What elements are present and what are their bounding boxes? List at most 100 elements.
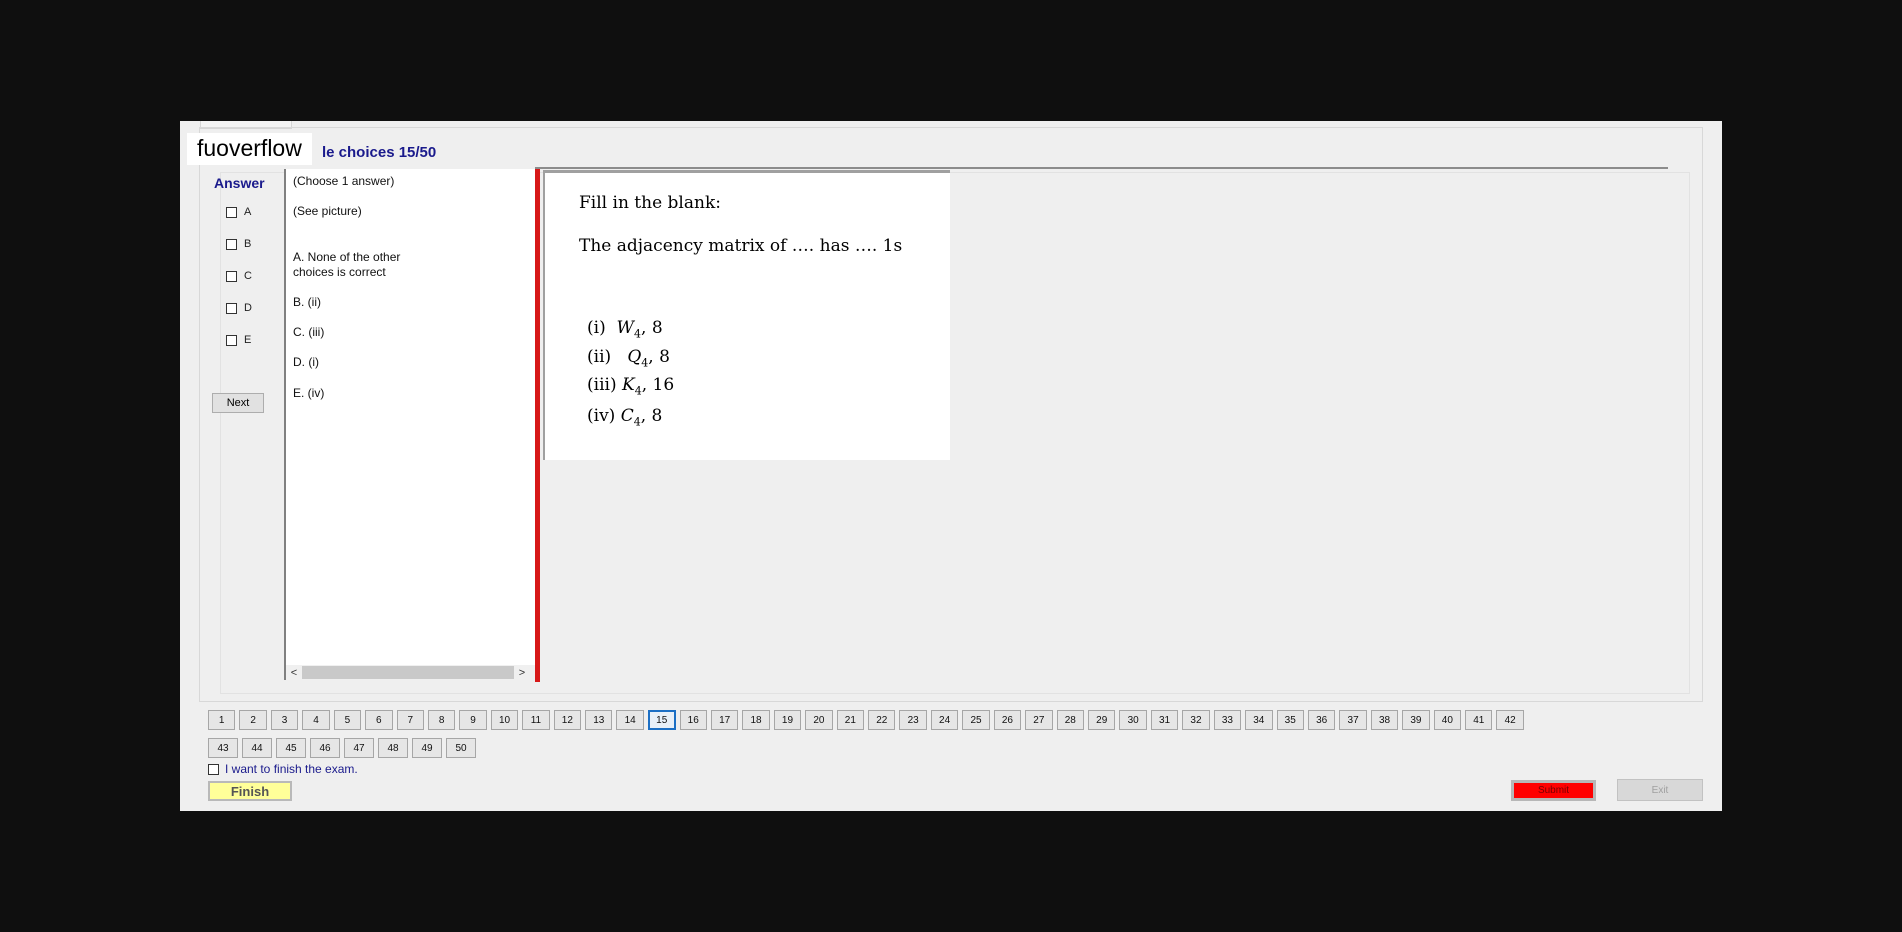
question-nav-button[interactable]: 33 — [1213, 710, 1242, 730]
question-nav-button[interactable]: 45 — [276, 738, 306, 758]
question-nav-button[interactable]: 46 — [310, 738, 340, 758]
question-nav-button[interactable]: 24 — [930, 710, 959, 730]
math-item: (ii) Q4, 8 — [587, 347, 670, 370]
exam-window: fuoverflow le choices 15/50 Answer A B C… — [180, 121, 1722, 811]
question-nav-button[interactable]: 47 — [344, 738, 374, 758]
option-label: B — [244, 238, 252, 250]
question-picture: Fill in the blank: The adjacency matrix … — [543, 170, 950, 460]
divider-line — [535, 167, 1668, 169]
checkbox[interactable] — [226, 206, 237, 218]
question-nav-button[interactable]: 8 — [427, 710, 456, 730]
question-nav-button[interactable]: 7 — [396, 710, 424, 730]
question-nav-button[interactable]: 41 — [1465, 710, 1493, 730]
see-picture-text: (See picture) — [293, 204, 362, 218]
question-nav-button[interactable]: 32 — [1182, 710, 1210, 730]
math-item: (i) W4, 8 — [587, 318, 663, 341]
math-var: K — [621, 375, 635, 395]
question-nav-button[interactable]: 29 — [1088, 710, 1116, 730]
question-nav-button[interactable]: 25 — [962, 710, 990, 730]
question-nav-button[interactable]: 26 — [993, 710, 1022, 730]
option-label: A — [244, 206, 252, 218]
next-button[interactable]: Next — [212, 393, 264, 413]
question-nav-button[interactable]: 17 — [710, 710, 739, 730]
question-nav-button[interactable]: 3 — [270, 710, 299, 730]
question-nav-button[interactable]: 5 — [333, 710, 362, 730]
question-nav-button[interactable]: 2 — [239, 710, 267, 730]
option-label: C — [244, 270, 252, 282]
answer-option-a[interactable]: A — [226, 204, 251, 220]
submit-button[interactable]: Submit — [1511, 780, 1596, 801]
math-item: (iii) K4, 16 — [587, 375, 675, 398]
math-val: 16 — [652, 375, 675, 395]
choice-text-continued: choices is correct — [293, 265, 386, 279]
math-sub: 4 — [641, 356, 649, 370]
question-nav-button[interactable]: 42 — [1496, 710, 1524, 730]
question-nav-button[interactable]: 43 — [208, 738, 238, 758]
math-sub: 4 — [634, 327, 641, 341]
question-nav-button[interactable]: 23 — [899, 710, 927, 730]
exit-button[interactable]: Exit — [1617, 779, 1703, 801]
question-nav-button[interactable]: 19 — [773, 710, 802, 730]
question-nav-button[interactable]: 22 — [868, 710, 896, 730]
answer-option-e[interactable]: E — [226, 332, 251, 348]
question-nav-button[interactable]: 21 — [836, 710, 865, 730]
question-nav-button[interactable]: 27 — [1025, 710, 1053, 730]
answer-option-c[interactable]: C — [226, 268, 252, 284]
question-nav-button[interactable]: 9 — [459, 710, 487, 730]
answer-option-d[interactable]: D — [226, 300, 252, 316]
choose-instruction: (Choose 1 answer) — [293, 174, 395, 188]
question-nav-button[interactable]: 39 — [1402, 710, 1430, 730]
checkbox[interactable] — [226, 302, 237, 314]
question-nav-button[interactable]: 49 — [412, 738, 442, 758]
math-num: (iii) — [587, 375, 617, 395]
question-nav-button[interactable]: 20 — [805, 710, 833, 730]
question-nav-button[interactable]: 30 — [1119, 710, 1147, 730]
finish-checkbox-label: I want to finish the exam. — [225, 762, 358, 776]
question-nav-button[interactable]: 40 — [1433, 710, 1462, 730]
horizontal-scrollbar[interactable]: < > — [286, 665, 536, 680]
question-nav-button[interactable]: 10 — [490, 710, 519, 730]
math-var: Q — [627, 347, 642, 367]
question-nav-button[interactable]: 38 — [1370, 710, 1399, 730]
splitter-bar[interactable] — [535, 169, 540, 682]
choice-item-e: E. (iv) — [293, 386, 325, 400]
choice-item-c: C. (iii) — [293, 325, 325, 339]
question-nav-button[interactable]: 28 — [1056, 710, 1084, 730]
question-nav-button[interactable]: 6 — [365, 710, 393, 730]
question-nav-button[interactable]: 35 — [1276, 710, 1304, 730]
checkbox[interactable] — [226, 238, 237, 250]
question-nav-button[interactable]: 44 — [242, 738, 272, 758]
finish-exam-checkbox-row[interactable]: I want to finish the exam. — [208, 762, 358, 776]
question-nav-button[interactable]: 12 — [553, 710, 582, 730]
math-sub: 4 — [633, 415, 641, 429]
scroll-right-icon[interactable]: > — [514, 667, 530, 679]
answer-option-b[interactable]: B — [226, 236, 251, 252]
scroll-thumb[interactable] — [302, 666, 514, 679]
question-nav-button[interactable]: 16 — [679, 710, 707, 730]
question-nav-button[interactable]: 14 — [616, 710, 644, 730]
finish-button[interactable]: Finish — [208, 781, 292, 801]
option-label: E — [244, 334, 252, 346]
question-nav-button[interactable]: 13 — [585, 710, 613, 730]
question-line-2: The adjacency matrix of …. has …. 1s — [579, 236, 903, 256]
question-nav-button[interactable]: 1 — [208, 710, 236, 730]
choice-item-d: D. (i) — [293, 355, 319, 369]
math-num: (iv) — [587, 406, 616, 426]
question-nav-button[interactable]: 36 — [1307, 710, 1336, 730]
question-nav-button[interactable]: 37 — [1339, 710, 1367, 730]
checkbox[interactable] — [226, 334, 237, 346]
math-num: (ii) — [587, 347, 612, 367]
question-nav-button[interactable]: 31 — [1150, 710, 1179, 730]
question-nav-button[interactable]: 11 — [522, 710, 550, 730]
question-nav-button[interactable]: 4 — [302, 710, 330, 730]
question-nav-button[interactable]: 34 — [1245, 710, 1273, 730]
question-nav-button[interactable]: 48 — [378, 738, 408, 758]
question-nav-button[interactable]: 50 — [446, 738, 476, 758]
finish-checkbox[interactable] — [208, 763, 219, 775]
checkbox[interactable] — [226, 270, 237, 282]
question-nav-button[interactable]: 15 — [647, 710, 676, 730]
math-val: 8 — [651, 318, 663, 338]
question-nav-button[interactable]: 18 — [742, 710, 770, 730]
choices-list-panel[interactable]: (Choose 1 answer) (See picture) A. None … — [284, 169, 536, 680]
scroll-left-icon[interactable]: < — [286, 667, 302, 679]
